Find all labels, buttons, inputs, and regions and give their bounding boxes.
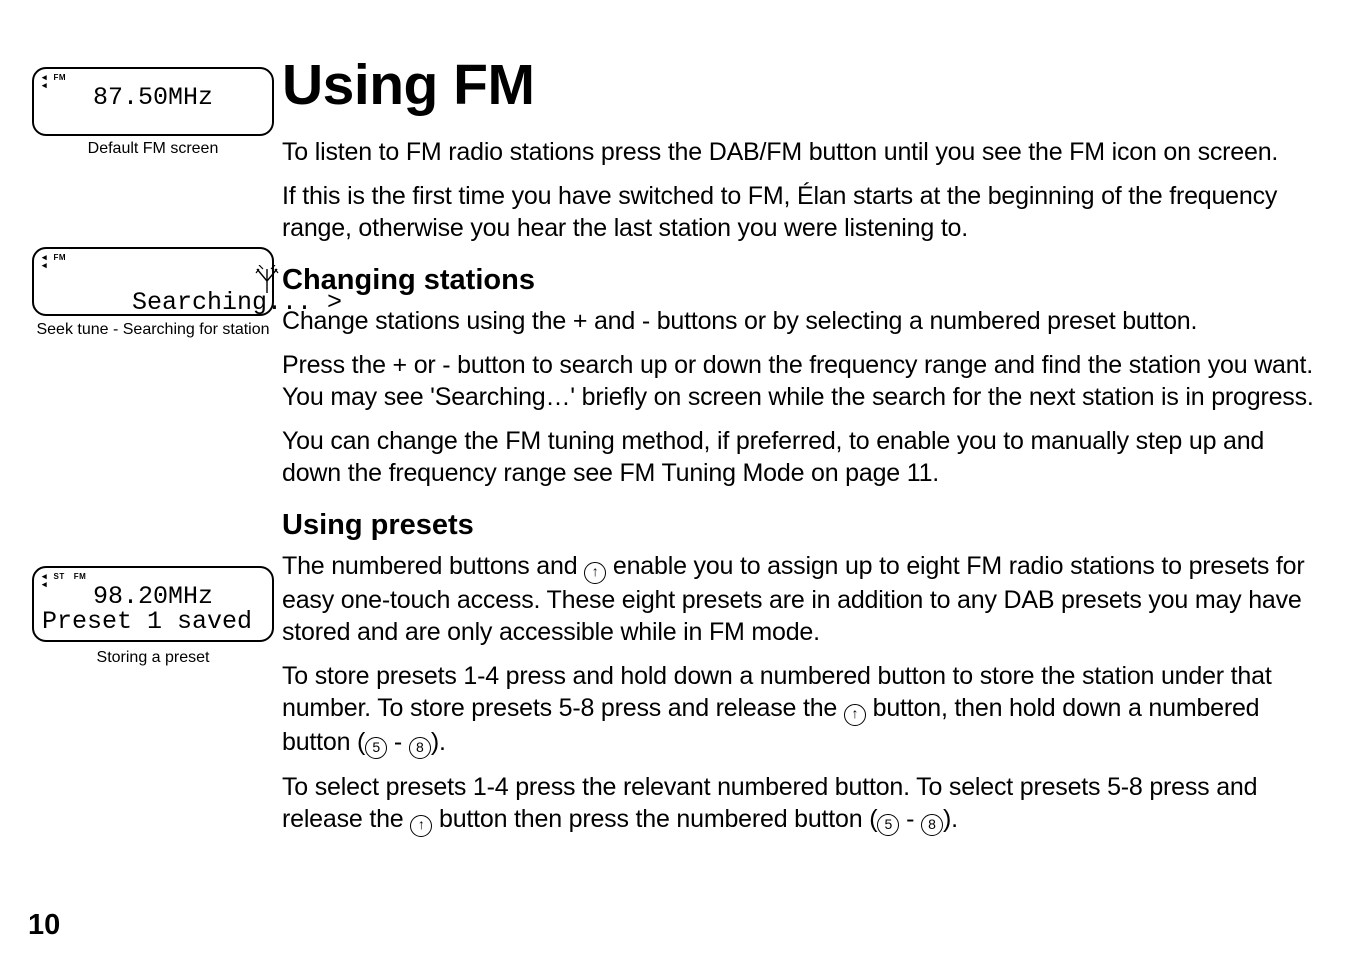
using-presets-p3: To select presets 1-4 press the relevant… — [282, 771, 1322, 837]
shift-up-icon: ↑ — [584, 562, 606, 584]
lcd1-caption: Default FM screen — [32, 140, 274, 158]
fm-indicator: FM — [54, 73, 67, 82]
page-title: Using FM — [282, 52, 1322, 118]
section-using-presets-heading: Using presets — [282, 509, 1322, 542]
st-indicator: ST — [54, 572, 65, 581]
lcd3-frequency: 98.20MHz — [42, 584, 264, 609]
lcd2-icons: ◂◂ FM — [42, 253, 264, 265]
preset-5-icon: 5 — [365, 737, 387, 759]
signal-icon: ◂◂ — [42, 73, 45, 89]
changing-stations-p2: Press the + or - button to search up or … — [282, 349, 1322, 413]
fm-indicator: FM — [54, 253, 67, 262]
lcd2-caption: Seek tune - Searching for station — [32, 321, 274, 339]
preset-5-icon: 5 — [877, 814, 899, 836]
section-changing-stations-heading: Changing stations — [282, 264, 1322, 297]
using-presets-p1: The numbered buttons and ↑ enable you to… — [282, 550, 1322, 648]
preset-8-icon: 8 — [409, 737, 431, 759]
lcd3-caption: Storing a preset — [32, 649, 274, 667]
lcd1-frequency: 87.50MHz — [42, 85, 264, 110]
shift-up-icon: ↑ — [844, 704, 866, 726]
intro-paragraph-1: To listen to FM radio stations press the… — [282, 136, 1322, 168]
page-number: 10 — [28, 909, 60, 942]
lcd3-preset-text: Preset 1 saved — [42, 609, 264, 634]
changing-stations-p1: Change stations using the + and - button… — [282, 305, 1322, 337]
lcd-searching: ◂◂ FM Searching... > — [32, 247, 274, 316]
signal-icon: ◂◂ — [42, 572, 45, 588]
main-content: Using FM To listen to FM radio stations … — [282, 52, 1322, 849]
using-presets-p2: To store presets 1-4 press and hold down… — [282, 660, 1322, 759]
fm-indicator: FM — [74, 572, 87, 581]
shift-up-icon: ↑ — [410, 815, 432, 837]
antenna-icon — [254, 265, 280, 295]
lcd-default-fm: ◂◂ FM 87.50MHz — [32, 67, 274, 136]
preset-8-icon: 8 — [921, 814, 943, 836]
changing-stations-p3: You can change the FM tuning method, if … — [282, 425, 1322, 489]
lcd-preset-saved: ◂◂ ST FM 98.20MHz Preset 1 saved — [32, 566, 274, 642]
intro-paragraph-2: If this is the first time you have switc… — [282, 180, 1322, 244]
